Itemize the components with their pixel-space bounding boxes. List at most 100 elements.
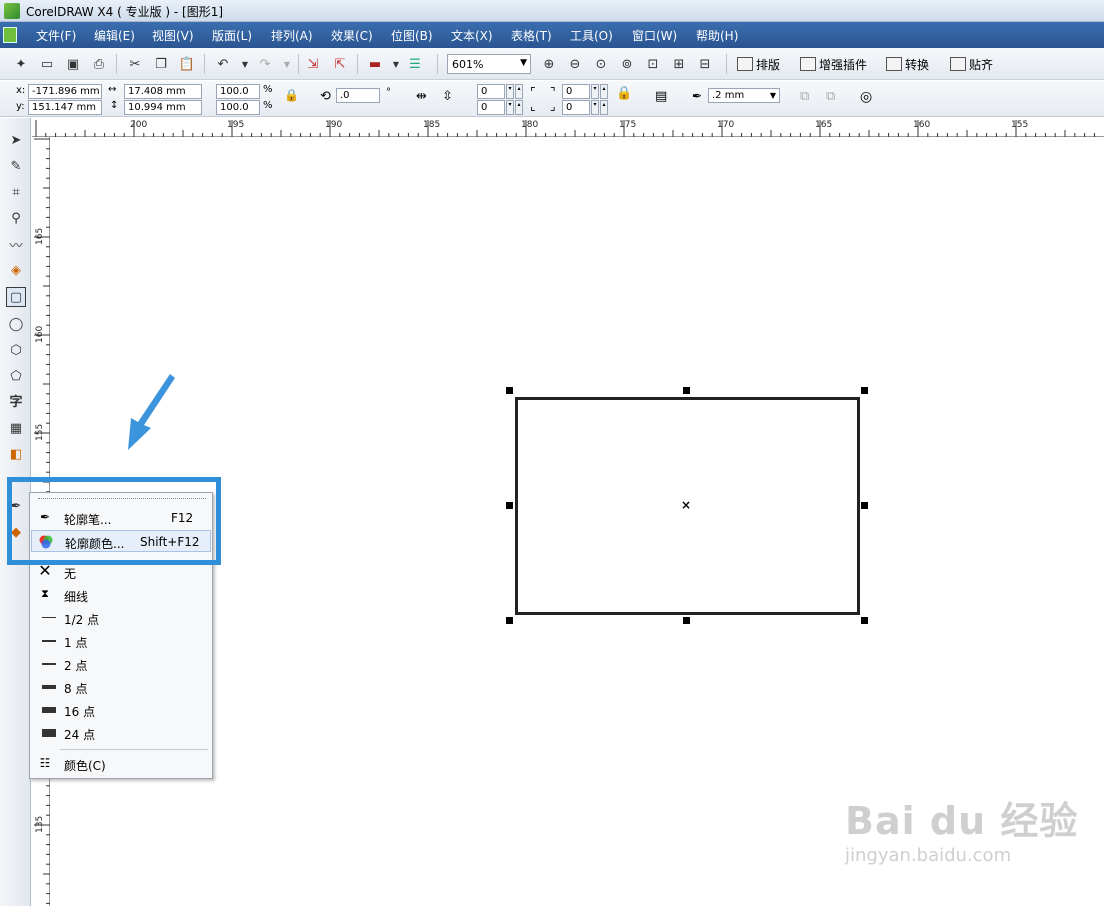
- copy-icon[interactable]: ❐: [152, 55, 170, 73]
- smart-fill-tool-icon[interactable]: ◈: [6, 260, 26, 280]
- print-icon[interactable]: ⎙: [90, 55, 108, 73]
- application-launcher-icon[interactable]: ▬: [366, 55, 384, 73]
- text-tool-icon[interactable]: 字: [6, 390, 26, 410]
- y-position-field[interactable]: 151.147 mm: [28, 100, 102, 115]
- menu-item-16-point[interactable]: 16 点: [31, 699, 211, 721]
- enhance-plugin-button[interactable]: 增强插件: [800, 56, 867, 73]
- rotation-field[interactable]: .0: [336, 88, 380, 103]
- selection-handle[interactable]: [861, 502, 868, 509]
- height-field[interactable]: 10.994 mm: [124, 100, 202, 115]
- x-position-field[interactable]: -171.896 mm: [28, 84, 102, 99]
- document-icon[interactable]: [3, 27, 17, 43]
- spinner-icon[interactable]: ▴: [600, 84, 608, 99]
- export-icon[interactable]: ⇱: [331, 55, 349, 73]
- convert-button[interactable]: 转换: [886, 56, 929, 73]
- interactive-blend-tool-icon[interactable]: ◧: [6, 444, 26, 464]
- launcher-dropdown-icon[interactable]: ▼: [387, 55, 405, 73]
- corner-lock-icon[interactable]: 🔒: [616, 86, 632, 101]
- corner-radius-tl-field[interactable]: 0: [477, 84, 505, 99]
- menu-view[interactable]: 视图(V): [152, 27, 194, 44]
- spinner-icon[interactable]: ▴: [515, 100, 523, 115]
- welcome-screen-icon[interactable]: ☰: [406, 55, 424, 73]
- scale-x-field[interactable]: 100.0: [216, 84, 260, 99]
- snap-button[interactable]: 贴齐: [950, 56, 993, 73]
- zoom-level-select[interactable]: 601% ▼: [447, 54, 531, 74]
- zoom-width-icon[interactable]: ⊞: [670, 55, 688, 73]
- corner-radius-tr-field[interactable]: 0: [562, 84, 590, 99]
- convert-to-curves-icon[interactable]: ◎: [860, 89, 872, 105]
- menu-effects[interactable]: 效果(C): [331, 27, 373, 44]
- spinner-icon[interactable]: ▾: [591, 100, 599, 115]
- table-tool-icon[interactable]: ▦: [6, 418, 26, 438]
- menu-bitmaps[interactable]: 位图(B): [391, 27, 433, 44]
- menu-item-half-point[interactable]: 1/2 点: [31, 607, 211, 629]
- scale-y-field[interactable]: 100.0: [216, 100, 260, 115]
- zoom-selected-icon[interactable]: ⊙: [592, 55, 610, 73]
- basic-shapes-tool-icon[interactable]: ⬠: [6, 366, 26, 386]
- menu-item-color[interactable]: ☷ 颜色(C): [31, 753, 211, 775]
- open-folder-icon[interactable]: ▭: [38, 55, 56, 73]
- redo-dropdown-icon[interactable]: ▼: [278, 55, 296, 73]
- selection-handle[interactable]: [861, 387, 868, 394]
- menu-item-8-point[interactable]: 8 点: [31, 676, 211, 698]
- paste-icon[interactable]: 📋: [178, 55, 196, 73]
- to-front-icon[interactable]: ⧉: [800, 89, 809, 104]
- menu-layout[interactable]: 版面(L): [212, 27, 252, 44]
- width-field[interactable]: 17.408 mm: [124, 84, 202, 99]
- zoom-tool-icon[interactable]: ⚲: [6, 208, 26, 228]
- mirror-vertical-icon[interactable]: ⇳: [442, 89, 453, 104]
- menu-item-1-point[interactable]: 1 点: [31, 630, 211, 652]
- menu-text[interactable]: 文本(X): [451, 27, 493, 44]
- spinner-icon[interactable]: ▾: [591, 84, 599, 99]
- shape-tool-icon[interactable]: ✎: [6, 156, 26, 176]
- menu-arrange[interactable]: 排列(A): [271, 27, 313, 44]
- menu-file[interactable]: 文件(F): [36, 27, 76, 44]
- save-icon[interactable]: ▣: [64, 55, 82, 73]
- menu-help[interactable]: 帮助(H): [696, 27, 738, 44]
- rectangle-tool-icon[interactable]: ▢: [6, 287, 26, 307]
- polygon-tool-icon[interactable]: ⬡: [6, 340, 26, 360]
- new-document-icon[interactable]: ✦: [12, 55, 30, 73]
- menu-table[interactable]: 表格(T): [511, 27, 552, 44]
- menu-window[interactable]: 窗口(W): [632, 27, 677, 44]
- selection-handle[interactable]: [683, 617, 690, 624]
- lock-ratio-icon[interactable]: 🔒: [284, 88, 299, 102]
- zoom-height-icon[interactable]: ⊟: [696, 55, 714, 73]
- pick-tool-icon[interactable]: ➤: [6, 130, 26, 150]
- ellipse-tool-icon[interactable]: ◯: [6, 314, 26, 334]
- import-icon[interactable]: ⇲: [304, 55, 322, 73]
- zoom-out-icon[interactable]: ⊖: [566, 55, 584, 73]
- corner-radius-bl-field[interactable]: 0: [477, 100, 505, 115]
- spinner-icon[interactable]: ▾: [506, 84, 514, 99]
- menu-item-hairline[interactable]: ⧗ 细线: [31, 584, 211, 606]
- selection-handle[interactable]: [683, 387, 690, 394]
- freehand-tool-icon[interactable]: 〰: [6, 234, 26, 254]
- menu-item-2-point[interactable]: 2 点: [31, 653, 211, 675]
- rotation-center-icon[interactable]: ×: [681, 498, 691, 512]
- to-back-icon[interactable]: ⧉: [826, 89, 835, 104]
- cut-icon[interactable]: ✂: [126, 55, 144, 73]
- undo-dropdown-icon[interactable]: ▼: [236, 55, 254, 73]
- selection-handle[interactable]: [506, 502, 513, 509]
- zoom-all-icon[interactable]: ⊚: [618, 55, 636, 73]
- spinner-icon[interactable]: ▴: [515, 84, 523, 99]
- menu-edit[interactable]: 编辑(E): [94, 27, 135, 44]
- zoom-in-icon[interactable]: ⊕: [540, 55, 558, 73]
- redo-icon[interactable]: ↷: [256, 55, 274, 73]
- horizontal-ruler[interactable]: 200 195 190 185 180 175 170 165 160 155: [32, 118, 1104, 137]
- menu-tools[interactable]: 工具(O): [570, 27, 613, 44]
- typesetting-button[interactable]: 排版: [737, 56, 780, 73]
- undo-icon[interactable]: ↶: [214, 55, 232, 73]
- mirror-horizontal-icon[interactable]: ⇹: [416, 89, 427, 104]
- zoom-page-icon[interactable]: ⊡: [644, 55, 662, 73]
- spinner-icon[interactable]: ▴: [600, 100, 608, 115]
- selection-handle[interactable]: [861, 617, 868, 624]
- corner-radius-br-field[interactable]: 0: [562, 100, 590, 115]
- crop-tool-icon[interactable]: ⌗: [6, 182, 26, 202]
- outline-width-select[interactable]: .2 mm ▼: [708, 88, 780, 103]
- wrap-text-icon[interactable]: ▤: [655, 89, 667, 104]
- menu-item-24-point[interactable]: 24 点: [31, 722, 211, 744]
- spinner-icon[interactable]: ▾: [506, 100, 514, 115]
- selection-handle[interactable]: [506, 617, 513, 624]
- selection-handle[interactable]: [506, 387, 513, 394]
